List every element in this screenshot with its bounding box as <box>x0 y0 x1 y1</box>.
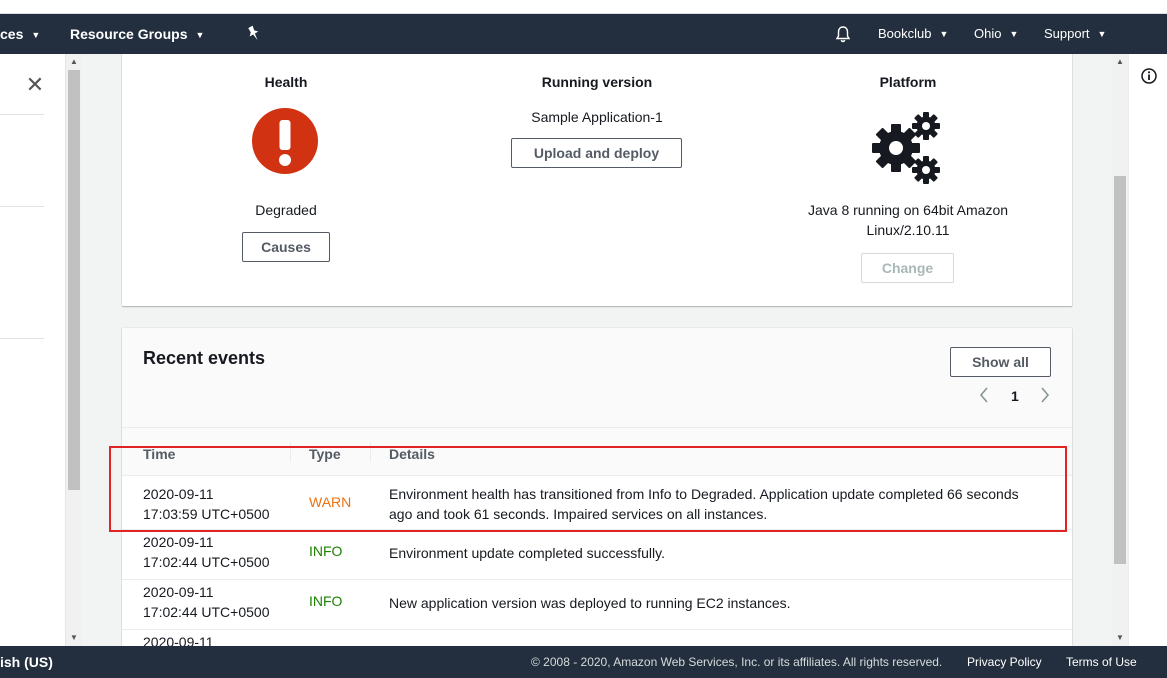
running-version-title: Running version <box>541 74 653 90</box>
event-date: 2020-09-11 <box>143 534 214 550</box>
support-label: Support <box>1044 26 1090 41</box>
column-header-details[interactable]: Details <box>389 446 435 462</box>
resource-groups-label: Resource Groups <box>70 26 188 42</box>
main-scrollbar-thumb[interactable] <box>1114 176 1126 564</box>
account-menu[interactable]: Bookclub ▼ <box>878 14 948 54</box>
event-type: WARN <box>309 494 352 510</box>
scroll-down-arrow-icon[interactable]: ▼ <box>1112 630 1128 646</box>
health-status: Degraded <box>255 202 317 218</box>
panel-divider <box>0 338 44 339</box>
running-version-section: Running version Sample Application-1 Upl… <box>447 54 747 306</box>
event-details: Environment update completed successfull… <box>389 543 1059 563</box>
platform-value-line1: Java 8 running on 64bit Amazon <box>807 202 1009 218</box>
privacy-policy-link[interactable]: Privacy Policy <box>967 646 1042 678</box>
scroll-down-arrow-icon[interactable]: ▼ <box>66 630 82 646</box>
pin-icon[interactable] <box>246 25 262 43</box>
recent-events-card: Recent events Show all 1 Time Type Detai… <box>122 328 1072 646</box>
account-label: Bookclub <box>878 26 932 41</box>
event-time: 2020-09-11 <box>143 632 214 646</box>
chevron-down-icon: ▼ <box>195 30 205 40</box>
region-label: Ohio <box>974 26 1002 41</box>
chevron-down-icon: ▼ <box>1009 29 1019 39</box>
event-date: 2020-09-11 <box>143 584 214 600</box>
upload-and-deploy-button[interactable]: Upload and deploy <box>511 138 682 168</box>
event-details: New application version was deployed to … <box>389 593 1059 613</box>
event-time: 2020-09-11 17:03:59 UTC+0500 <box>143 484 269 524</box>
close-icon[interactable]: ✕ <box>24 74 46 96</box>
chevron-down-icon: ▼ <box>1097 29 1107 39</box>
event-type: INFO <box>309 593 343 609</box>
event-details-line: Environment health has transitioned from… <box>389 486 1019 502</box>
help-panel-bar <box>1128 54 1167 646</box>
scroll-up-arrow-icon[interactable]: ▲ <box>66 54 82 70</box>
chevron-down-icon: ▼ <box>939 29 949 39</box>
causes-button[interactable]: Causes <box>242 232 330 262</box>
table-row[interactable]: 2020-09-11 17:03:59 UTC+0500 WARN Enviro… <box>122 476 1072 530</box>
event-date: 2020-09-11 <box>143 486 214 502</box>
info-icon[interactable] <box>1141 68 1157 84</box>
event-clock: 17:02:44 UTC+0500 <box>143 554 270 570</box>
health-title: Health <box>264 74 308 90</box>
event-date: 2020-09-11 <box>143 634 214 646</box>
recent-events-header: Recent events Show all 1 <box>122 328 1072 428</box>
chevron-down-icon: ▼ <box>31 30 41 40</box>
column-header-type[interactable]: Type <box>309 446 341 462</box>
resource-groups-menu[interactable]: Resource Groups ▼ <box>70 14 204 54</box>
event-type: INFO <box>309 543 343 559</box>
scroll-up-arrow-icon[interactable]: ▲ <box>1112 54 1128 70</box>
table-row[interactable]: 2020-09-11 <box>122 630 1072 646</box>
show-all-button[interactable]: Show all <box>950 347 1051 377</box>
main-scrollbar[interactable]: ▲ ▼ <box>1112 54 1128 646</box>
footer: ish (US) © 2008 - 2020, Amazon Web Servi… <box>0 646 1167 678</box>
table-row[interactable]: 2020-09-11 17:02:44 UTC+0500 INFO New ap… <box>122 580 1072 630</box>
health-section: Health Degraded Causes <box>136 54 436 306</box>
previous-page-icon[interactable] <box>978 386 990 407</box>
top-navigation-bar: ces ▼ Resource Groups ▼ Bookclub ▼ Ohio ▼ Su… <box>0 14 1167 54</box>
language-selector[interactable]: ish (US) <box>0 646 53 678</box>
events-table-header: Time Type Details <box>122 428 1072 476</box>
next-page-icon[interactable] <box>1039 386 1051 407</box>
health-warning-icon <box>252 108 318 174</box>
gears-icon <box>872 112 940 184</box>
event-details-line: New application version was deployed to … <box>389 595 791 611</box>
event-details: Environment health has transitioned from… <box>389 484 1059 524</box>
terms-of-use-link[interactable]: Terms of Use <box>1066 646 1137 678</box>
region-menu[interactable]: Ohio ▼ <box>974 14 1018 54</box>
platform-value-line2: Linux/2.10.11 <box>866 222 950 238</box>
panel-divider <box>0 114 44 115</box>
main-content: Health Degraded Causes Running version S… <box>82 54 1112 646</box>
event-time: 2020-09-11 17:02:44 UTC+0500 <box>143 582 269 622</box>
platform-section: Platform Java 8 running on 64bit Amazon … <box>758 54 1058 306</box>
services-label: ces <box>0 26 24 42</box>
event-time: 2020-09-11 17:02:44 UTC+0500 <box>143 532 269 572</box>
platform-title: Platform <box>879 74 937 90</box>
side-navigation-panel: ✕ <box>0 54 66 646</box>
event-clock: 17:02:44 UTC+0500 <box>143 604 270 620</box>
change-platform-button[interactable]: Change <box>861 253 954 283</box>
aws-console-page: ces ▼ Resource Groups ▼ Bookclub ▼ Ohio ▼ Su… <box>0 0 1167 678</box>
support-menu[interactable]: Support ▼ <box>1044 14 1106 54</box>
current-page-number[interactable]: 1 <box>1011 388 1019 404</box>
recent-events-title: Recent events <box>143 348 266 368</box>
panel-divider <box>0 206 44 207</box>
left-scrollbar[interactable]: ▲ ▼ <box>66 54 82 646</box>
left-scrollbar-thumb[interactable] <box>68 70 80 490</box>
column-separator <box>370 442 371 462</box>
bell-icon <box>835 26 851 43</box>
event-details-line: Environment update completed successfull… <box>389 545 665 561</box>
column-separator <box>290 442 291 462</box>
browser-content-strip <box>0 0 1167 14</box>
event-clock: 17:03:59 UTC+0500 <box>143 506 270 522</box>
column-header-time[interactable]: Time <box>143 446 175 462</box>
services-menu[interactable]: ces ▼ <box>0 14 40 54</box>
running-version-value: Sample Application-1 <box>531 109 663 125</box>
pin-icon-svg <box>248 25 259 41</box>
copyright-text: © 2008 - 2020, Amazon Web Services, Inc.… <box>531 655 943 669</box>
event-details-line: ago and took 61 seconds. Impaired servic… <box>389 506 768 522</box>
table-row[interactable]: 2020-09-11 17:02:44 UTC+0500 INFO Enviro… <box>122 530 1072 580</box>
environment-overview-card: Health Degraded Causes Running version S… <box>122 54 1072 306</box>
notifications-bell-icon[interactable] <box>834 25 852 43</box>
